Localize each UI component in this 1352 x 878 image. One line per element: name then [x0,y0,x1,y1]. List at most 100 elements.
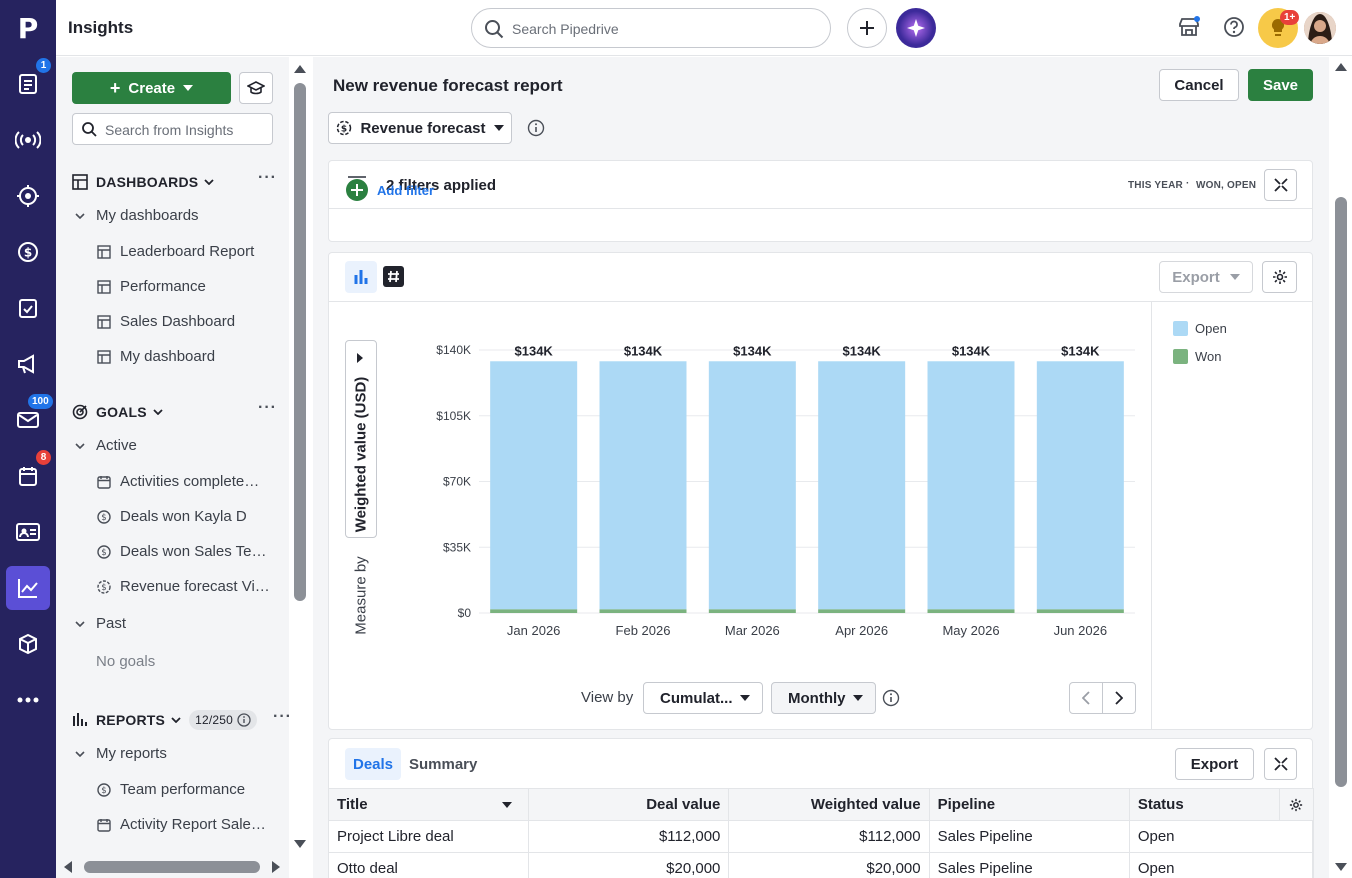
calendar-icon [97,818,111,832]
caret-down-icon [183,85,194,91]
marketplace-icon[interactable] [1178,16,1200,38]
cell-weighted-value: $20,000 [728,852,930,878]
goal-item[interactable]: $ Deals won Kayla D [96,508,247,525]
data-label: $134K [733,343,772,358]
ai-assistant-button[interactable] [896,8,936,48]
mail-badge: 100 [28,394,53,409]
export-label: Export [1172,268,1220,286]
campaigns-nav-icon[interactable] [6,342,50,386]
tips-bulb-icon[interactable]: 1+ [1258,8,1300,48]
next-period-button[interactable] [1102,682,1136,714]
create-button[interactable]: + Create [72,72,231,104]
goal-item[interactable]: $ Deals won Sales Te… [96,543,266,560]
collapse-filters-button[interactable] [1264,169,1297,201]
my-dashboards-group[interactable]: My dashboards [72,207,199,224]
export-table-button[interactable]: Export [1175,748,1254,780]
column-header-title[interactable]: Title [327,788,530,821]
report-title: New revenue forecast report [333,76,563,95]
deals-nav-icon[interactable]: $ [6,230,50,274]
past-goals-group[interactable]: Past [72,615,126,632]
products-nav-icon[interactable] [6,622,50,666]
global-search-input[interactable]: Search Pipedrive [471,8,831,48]
previous-period-button[interactable] [1069,682,1103,714]
dashboards-section-header[interactable]: DASHBOARDS [72,171,214,193]
dashboard-item[interactable]: Performance [96,278,206,295]
legend-open[interactable]: Open [1173,321,1227,336]
reports-more-icon[interactable]: ··· [273,708,292,726]
academy-button[interactable] [239,72,273,104]
contacts-nav-icon[interactable] [6,510,50,554]
y-tick-label: $105K [436,409,471,423]
tasks-nav-icon[interactable] [6,286,50,330]
column-header-deal-value[interactable]: Deal value [528,788,730,821]
sidebar-horizontal-scrollbar[interactable] [56,857,289,878]
goal-item[interactable]: Activities complete… [96,473,259,490]
revenue-forecast-chart: $134K $134K $134K $134K $134K $134K $0 $35K $70… [436,343,1135,638]
svg-text:$: $ [101,548,106,558]
target-nav-icon[interactable] [6,174,50,218]
main-scrollbar[interactable] [1331,57,1352,878]
goal-item[interactable]: $ Revenue forecast Vi… [96,578,270,595]
info-icon[interactable] [882,689,900,707]
chart-settings-button[interactable] [1262,261,1297,293]
insights-nav-icon[interactable] [6,566,50,610]
table-row[interactable]: Otto deal $20,000 $20,000 Sales Pipeline… [327,852,1315,878]
report-editor: New revenue forecast report Cancel Save … [313,57,1329,878]
leads-nav-icon[interactable] [6,118,50,162]
info-icon[interactable] [527,119,545,137]
report-item[interactable]: Activity Report Sale… [96,816,266,833]
nav-rail: P 1 $ 100 8 [0,0,56,878]
mail-nav-icon[interactable]: 100 [6,394,53,442]
my-reports-group[interactable]: My reports [72,745,167,762]
svg-text:$: $ [24,246,32,260]
search-icon [82,122,97,137]
cell-title[interactable]: Project Libre deal [327,820,530,853]
bar-chart-icon [73,713,87,726]
activities-nav-icon[interactable]: 1 [6,58,51,106]
report-type-select[interactable]: $ Revenue forecast [328,112,512,144]
active-goals-group[interactable]: Active [72,437,137,454]
legend-won[interactable]: Won [1173,349,1222,364]
help-icon[interactable] [1223,16,1245,38]
collapse-table-button[interactable] [1264,748,1297,780]
cell-title[interactable]: Otto deal [327,852,530,878]
goals-more-icon[interactable]: ··· [258,399,277,417]
cell-pipeline: Sales Pipeline [928,820,1130,853]
view-by-select[interactable]: Cumulat... [643,682,763,714]
dashboard-item[interactable]: My dashboard [96,348,215,365]
column-header-status[interactable]: Status [1128,788,1280,821]
insights-search-input[interactable]: Search from Insights [72,113,273,145]
column-settings-button[interactable] [1278,788,1315,821]
view-by-label: View by [581,689,634,706]
column-header-pipeline[interactable]: Pipeline [928,788,1130,821]
user-avatar[interactable] [1304,12,1336,44]
dashboard-icon [72,174,88,190]
calendar-nav-icon[interactable]: 8 [6,450,51,498]
bar-chart-view-button[interactable] [345,261,377,293]
data-label: $134K [1061,343,1100,358]
sidebar-scrollbar[interactable] [293,57,307,857]
report-item[interactable]: $ Team performance [96,781,245,798]
tab-summary[interactable]: Summary [401,748,485,780]
goals-section-header[interactable]: GOALS [72,401,163,423]
bar-won [708,609,796,613]
item-label: My dashboard [120,348,216,365]
dashboards-more-icon[interactable]: ··· [258,169,277,187]
scorecard-view-button[interactable] [383,266,404,287]
x-tick-label: Mar 2026 [725,623,780,638]
export-chart-button[interactable]: Export [1159,261,1253,293]
dashboard-item[interactable]: Leaderboard Report [96,243,254,260]
quick-add-button[interactable] [847,8,887,48]
tab-deals[interactable]: Deals [345,748,402,780]
interval-select[interactable]: Monthly [771,682,876,714]
cancel-button[interactable]: Cancel [1159,69,1239,101]
save-button[interactable]: Save [1248,69,1313,101]
reports-section-header[interactable]: REPORTS 12/250 [72,709,257,731]
measure-by-select[interactable]: Weighted value (USD) [345,340,377,538]
more-nav-icon[interactable] [6,678,50,722]
pipedrive-logo[interactable]: P [6,6,50,50]
dashboard-item[interactable]: Sales Dashboard [96,313,235,330]
table-row[interactable]: Project Libre deal $112,000 $112,000 Sal… [327,820,1315,853]
dollar-circle-icon: $ [97,544,111,559]
column-header-weighted-value[interactable]: Weighted value [728,788,930,821]
